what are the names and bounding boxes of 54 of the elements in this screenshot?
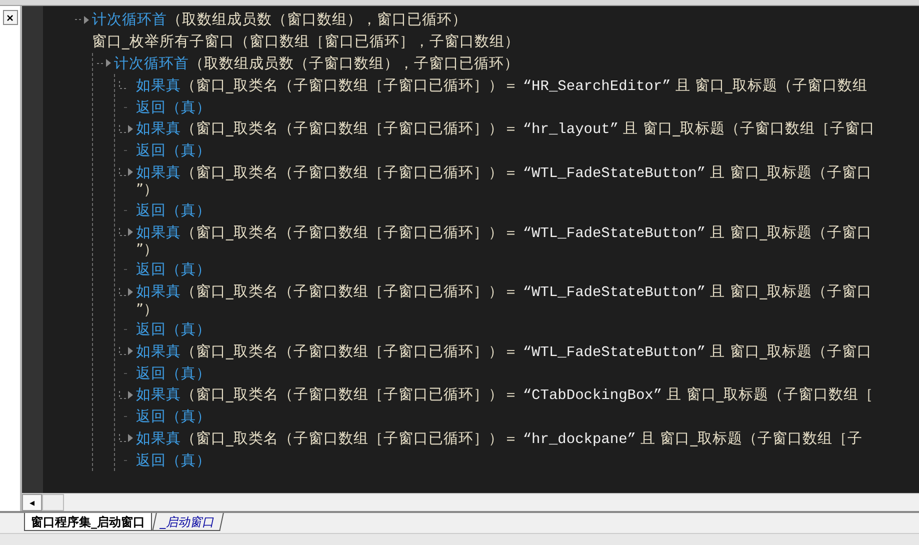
connector-line: [124, 269, 127, 270]
connector-line: [119, 168, 127, 176]
code-line: 返回（真）: [136, 408, 211, 426]
connector-line: [119, 228, 127, 236]
connector-line: [119, 390, 127, 399]
code-line: 返回（真）: [136, 98, 211, 117]
code-line: 返回（真）: [136, 142, 211, 160]
code-line: ”）: [136, 182, 159, 198]
code-line: 如果真（窗口_取类名（子窗口数组［子窗口已循环］）＝ “CTabDockingBox” 且 窗口_取标题（子窗口数组［: [136, 386, 874, 404]
flow-arrow-icon: [128, 288, 133, 296]
code-line: 如果真（窗口_取类名（子窗口数组［子窗口已循环］）＝ “WTL_FadeStateButton” 且 窗口_取标题（子窗口: [136, 342, 872, 361]
code-line: 返回（真）: [136, 320, 211, 339]
scroll-left-button[interactable]: ◂: [22, 494, 42, 511]
flow-arrow-icon: [106, 59, 111, 68]
code-line: 如果真（窗口_取类名（子窗口数组［子窗口已循环］）＝ “HR_SearchEditor” 且 窗口_取标题（子窗口数组: [136, 76, 868, 95]
code-line: 如果真（窗口_取类名（子窗口数组［子窗口已循环］）＝ “WTL_FadeStateButton” 且 窗口_取标题（子窗口: [136, 282, 872, 302]
tab[interactable]: 窗口程序集_启动窗口: [24, 513, 152, 531]
flow-arrow-icon: [128, 124, 133, 133]
connector-line: [124, 210, 127, 211]
code-line: 返回（真）: [136, 364, 211, 383]
code-line: 返回（真）: [136, 261, 211, 280]
flow-arrow-icon: [128, 434, 133, 442]
code-line: ”）: [136, 302, 159, 318]
code-line: 计次循环首（取数组成员数（窗口数组），窗口已循环）: [92, 10, 467, 30]
code-line: 返回（真）: [136, 202, 211, 220]
connector-line: [119, 124, 127, 133]
close-button[interactable]: ×: [2, 10, 18, 25]
flow-arrow-icon: [128, 390, 133, 399]
code-line: 计次循环首（取数组成员数（子窗口数组），子窗口已循环）: [114, 54, 519, 73]
flow-arrow-icon: [128, 347, 133, 356]
connector-line: [124, 460, 127, 461]
connector-line: [119, 81, 127, 90]
code-line: 如果真（窗口_取类名（子窗口数组［子窗口已循环］）＝ “hr_layout” 且 窗口_取标题（子窗口数组［子窗口: [136, 120, 876, 138]
connector-line: [124, 106, 127, 108]
tab[interactable]: _启动窗口: [152, 513, 224, 531]
connector-line: [124, 416, 127, 418]
flow-arrow-icon: [84, 16, 89, 24]
connector-line: [119, 288, 127, 296]
code-line: 窗口_枚举所有子窗口（窗口数组［窗口已循环］，子窗口数组）: [92, 32, 520, 52]
connector-line: [119, 347, 127, 356]
code-line: 如果真（窗口_取类名（子窗口数组［子窗口已循环］）＝ “WTL_FadeStateButton” 且 窗口_取标题（子窗口: [136, 224, 872, 242]
connector-line: [124, 372, 127, 374]
code-line: 如果真（窗口_取类名（子窗口数组［子窗口已循环］）＝ “hr_dockpane” 且 窗口_取标题（子窗口数组［子: [136, 430, 862, 448]
flow-arrow-icon: [128, 168, 133, 176]
scrollbar-thumb[interactable]: [42, 494, 64, 511]
code-line: 返回（真）: [136, 452, 211, 470]
code-line: 如果真（窗口_取类名（子窗口数组［子窗口已循环］）＝ “WTL_FadeStateButton” 且 窗口_取标题（子窗口: [136, 164, 872, 182]
connector-line: [119, 434, 127, 442]
connector-line: [97, 62, 105, 64]
connector-line: [124, 150, 127, 152]
connector-line: [75, 19, 83, 20]
code-line: ”）: [136, 242, 159, 258]
connector-line: [124, 328, 127, 330]
flow-arrow-icon: [128, 228, 133, 236]
